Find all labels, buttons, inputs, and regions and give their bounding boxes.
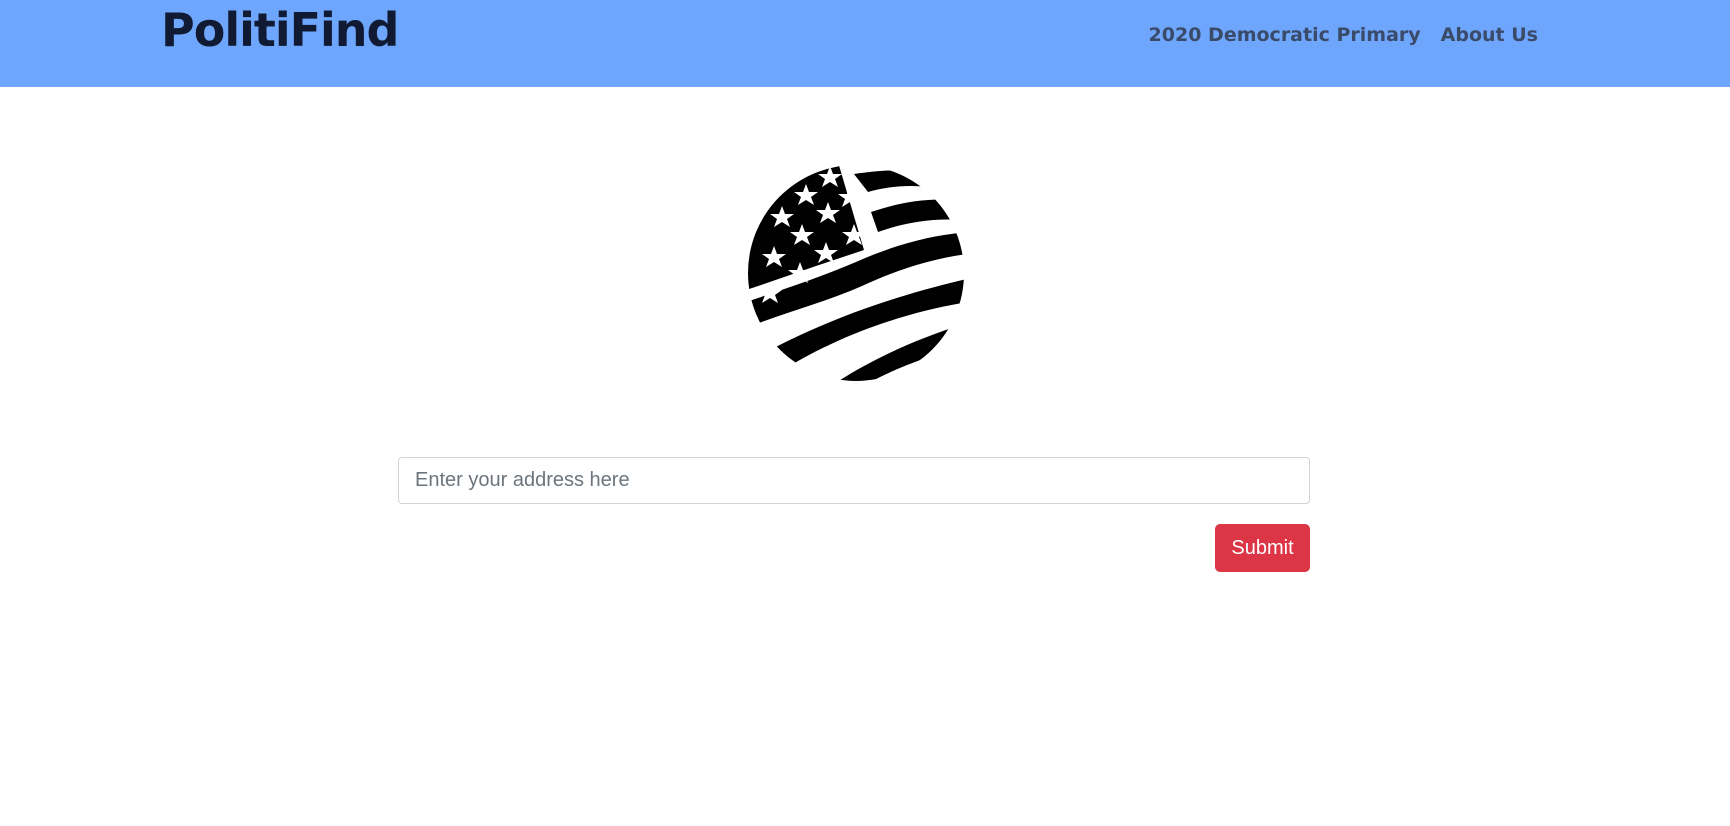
address-input[interactable] xyxy=(398,457,1310,504)
brand-logo-link[interactable]: PolitiFind xyxy=(161,2,399,58)
nav-link-democratic-primary[interactable]: 2020 Democratic Primary xyxy=(1149,20,1421,50)
american-flag-circle-icon xyxy=(748,165,964,381)
submit-button[interactable]: Submit xyxy=(1215,524,1310,572)
nav-links: 2020 Democratic Primary About Us xyxy=(1149,20,1538,50)
top-navbar: PolitiFind 2020 Democratic Primary About… xyxy=(0,0,1730,87)
nav-link-about-us[interactable]: About Us xyxy=(1441,20,1538,50)
